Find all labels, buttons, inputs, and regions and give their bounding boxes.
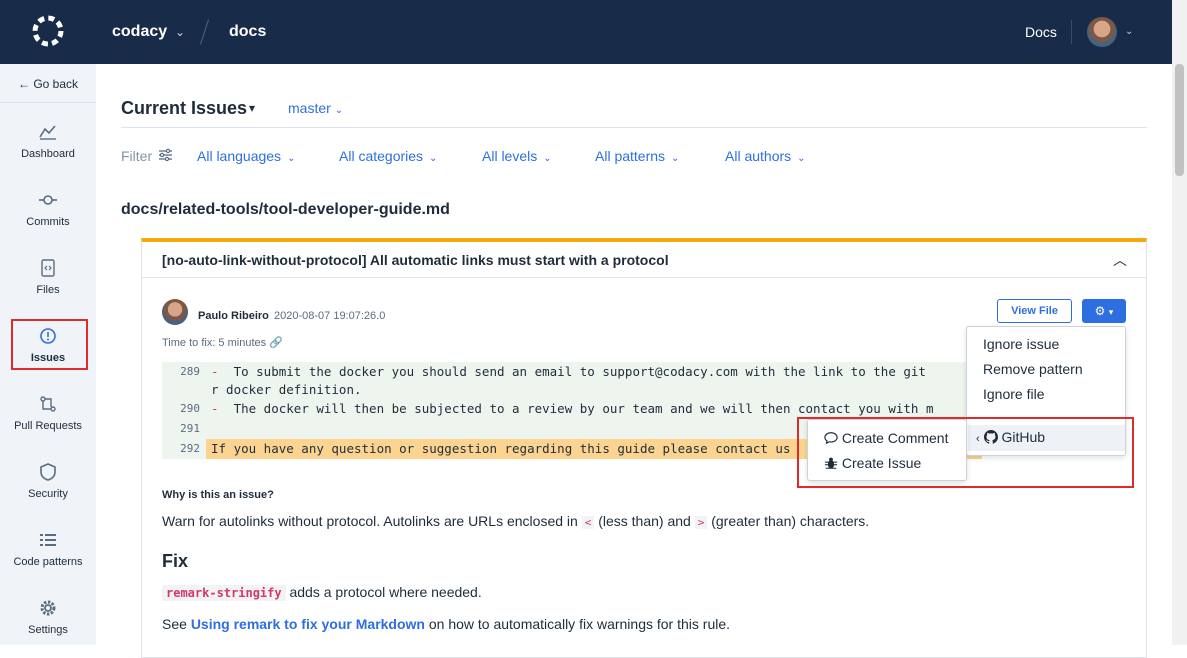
- gear-icon: ⚙: [1094, 304, 1106, 318]
- issue-title: [no-auto-link-without-protocol] All auto…: [162, 252, 669, 268]
- see-also: See Using remark to fix your Markdown on…: [162, 616, 731, 632]
- filter-patterns[interactable]: All patterns ⌄: [595, 148, 679, 164]
- menu-item-remove-pattern[interactable]: Remove pattern: [983, 361, 1083, 377]
- filter-categories[interactable]: All categories ⌄: [339, 148, 437, 164]
- pull-request-icon: [40, 396, 56, 412]
- sidebar-item-pull-requests[interactable]: Pull Requests: [0, 394, 96, 432]
- go-back-link[interactable]: ← Go back: [0, 77, 96, 91]
- divider: [0, 102, 96, 103]
- file-code-icon: [41, 259, 55, 277]
- issue-date: 2020-08-07 19:07:26.0: [274, 310, 386, 322]
- divider: [121, 127, 1147, 128]
- chevron-up-icon[interactable]: ︿: [1113, 250, 1127, 270]
- view-file-button[interactable]: View File: [997, 299, 1072, 323]
- sliders-icon[interactable]: [158, 148, 173, 162]
- sidebar-item-code-patterns[interactable]: Code patterns: [0, 530, 96, 568]
- sidebar-item-label: Pull Requests: [14, 420, 82, 432]
- sidebar-item-dashboard[interactable]: Dashboard: [0, 122, 96, 160]
- fix-title: Fix: [162, 551, 189, 571]
- codacy-logo-icon[interactable]: [31, 14, 65, 48]
- time-to-fix: Time to fix: 5 minutes 🔗: [162, 337, 283, 349]
- issue-description: Warn for autolinks without protocol. Aut…: [162, 513, 870, 529]
- commit-icon: [39, 195, 57, 205]
- sidebar-item-label: Settings: [28, 624, 68, 636]
- filter-languages[interactable]: All languages ⌄: [197, 148, 295, 164]
- filter-label: Filter: [121, 148, 153, 164]
- code-line: r docker definition.: [211, 382, 362, 397]
- gear-icon: [40, 600, 56, 616]
- breadcrumb-separator: [200, 19, 209, 45]
- shield-icon: [40, 463, 56, 481]
- divider: [1071, 20, 1072, 44]
- top-bar: codacy ⌄ docs Docs ⌄: [0, 0, 1172, 64]
- code-line: 289 - To submit the docker you should se…: [180, 364, 926, 379]
- chevron-down-icon: ▾: [1108, 307, 1114, 317]
- filter-authors[interactable]: All authors ⌄: [725, 148, 806, 164]
- remark-docs-link[interactable]: Using remark to fix your Markdown: [191, 616, 425, 632]
- settings-dropdown-button[interactable]: ⚙ ▾: [1082, 299, 1126, 323]
- menu-item-ignore-file[interactable]: Ignore file: [983, 386, 1044, 402]
- link-icon: 🔗: [269, 337, 283, 349]
- chevron-down-icon[interactable]: ▾: [249, 101, 255, 115]
- annotation-highlight-box: [797, 417, 1134, 488]
- sidebar-item-label: Files: [36, 284, 60, 296]
- chevron-down-icon: ⌄: [671, 153, 680, 164]
- annotation-highlight-box: [11, 319, 88, 370]
- sidebar-item-settings[interactable]: Settings: [0, 598, 96, 636]
- code-line: 290 - The docker will then be subjected …: [180, 401, 934, 416]
- sidebar-item-label: Security: [28, 488, 68, 500]
- docs-link[interactable]: Docs: [1025, 24, 1057, 40]
- chevron-down-icon: ⌄: [543, 153, 552, 164]
- menu-item-ignore-issue[interactable]: Ignore issue: [983, 336, 1059, 352]
- list-icon: [40, 534, 56, 546]
- filter-levels[interactable]: All levels ⌄: [482, 148, 552, 164]
- scrollbar-thumb[interactable]: [1175, 64, 1184, 176]
- org-selector[interactable]: codacy: [112, 23, 167, 41]
- issue-author: Paulo Ribeiro: [198, 310, 269, 322]
- repo-name[interactable]: docs: [229, 23, 266, 41]
- sidebar-item-files[interactable]: Files: [0, 258, 96, 296]
- sidebar: ← Go back Dashboard Commits Files Issues…: [0, 64, 96, 645]
- chevron-down-icon: ⌄: [797, 153, 806, 164]
- chevron-down-icon: ⌄: [429, 153, 438, 164]
- file-path: docs/related-tools/tool-developer-guide.…: [121, 201, 450, 218]
- chart-icon: [39, 125, 56, 140]
- chevron-down-icon[interactable]: ⌄: [1125, 26, 1133, 37]
- fix-description: remark-stringify adds a protocol where n…: [162, 584, 482, 601]
- chevron-down-icon[interactable]: ⌄: [175, 25, 185, 39]
- sidebar-item-label: Commits: [26, 216, 70, 228]
- user-avatar[interactable]: [1087, 17, 1117, 47]
- avatar: [162, 299, 188, 325]
- chevron-down-icon: ⌄: [287, 153, 296, 164]
- sidebar-item-commits[interactable]: Commits: [0, 190, 96, 228]
- why-title: Why is this an issue?: [162, 489, 274, 501]
- sidebar-item-security[interactable]: Security: [0, 462, 96, 500]
- sidebar-item-label: Dashboard: [21, 148, 75, 160]
- page-title[interactable]: Current Issues: [121, 98, 247, 119]
- sidebar-item-label: Code patterns: [13, 556, 83, 568]
- branch-selector[interactable]: master ⌄: [288, 100, 343, 116]
- divider: [142, 277, 1146, 278]
